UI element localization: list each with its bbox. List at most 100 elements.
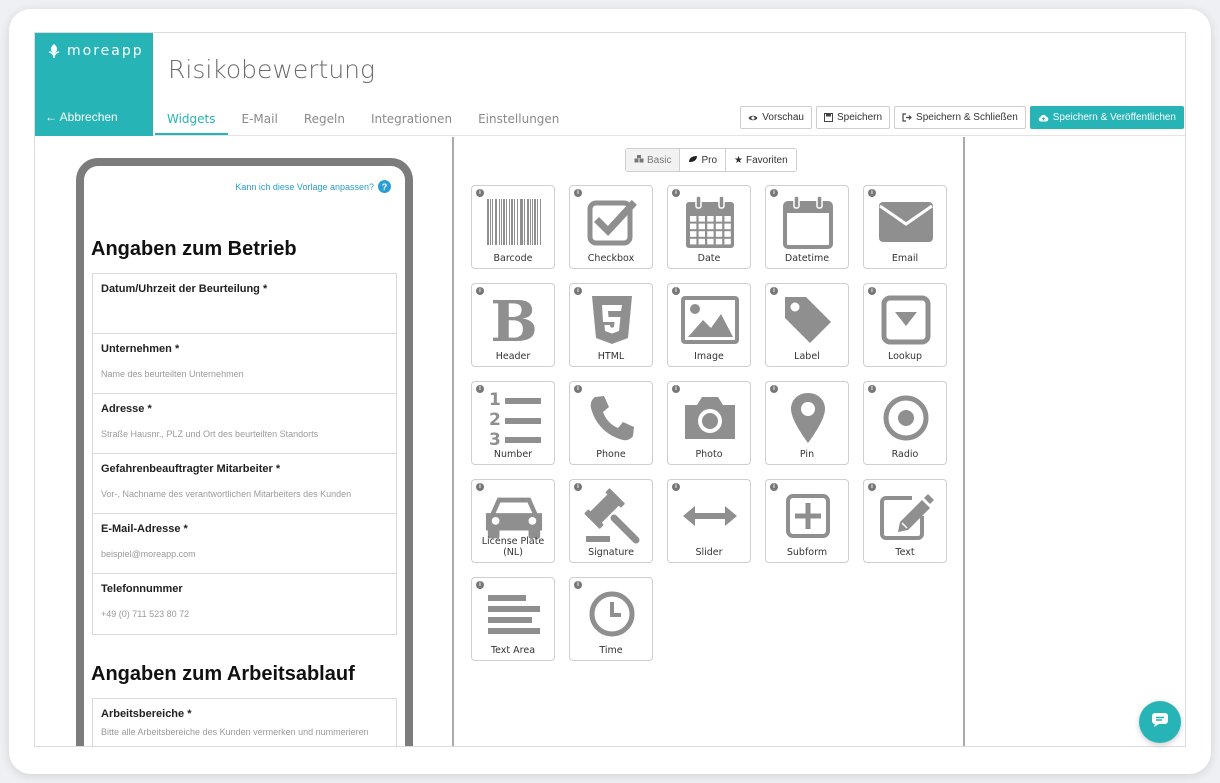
- field-placeholder: beispiel@moreapp.com: [101, 549, 196, 559]
- brand-panel: moreapp ← Abbrechen: [35, 33, 153, 136]
- widget-pin[interactable]: i Pin: [765, 381, 849, 465]
- segment-pro[interactable]: Pro: [680, 149, 727, 171]
- widget-license-plate-nl[interactable]: i License Plate (NL): [471, 479, 555, 563]
- form-field[interactable]: Adresse * Straße Hausnr., PLZ und Ort de…: [93, 394, 396, 454]
- arrow-left-icon: ←: [45, 110, 57, 124]
- widget-label[interactable]: i Label: [765, 283, 849, 367]
- widget-lookup[interactable]: i Lookup: [863, 283, 947, 367]
- tab-settings[interactable]: Einstellungen: [466, 112, 571, 135]
- widget-email[interactable]: i Email: [863, 185, 947, 269]
- segment-favorites[interactable]: ★ Favoriten: [726, 149, 796, 171]
- widget-slider[interactable]: i Slider: [667, 479, 751, 563]
- section-fields-operation: Datum/Uhrzeit der Beurteilung * Unterneh…: [92, 273, 397, 635]
- brand-logo[interactable]: moreapp: [47, 43, 144, 59]
- info-icon[interactable]: i: [770, 287, 778, 295]
- info-icon[interactable]: i: [672, 385, 680, 393]
- widget-label: Image: [694, 351, 724, 362]
- info-icon[interactable]: i: [672, 483, 680, 491]
- form-field[interactable]: Gefahrenbeauftragter Mitarbeiter * Vor-,…: [93, 454, 396, 514]
- widget-time[interactable]: i Time: [569, 577, 653, 661]
- info-icon[interactable]: i: [868, 189, 876, 197]
- form-preview-panel: Kann ich diese Vorlage anpassen? ? Angab…: [35, 137, 452, 746]
- form-field[interactable]: Datum/Uhrzeit der Beurteilung *: [93, 274, 396, 334]
- section-fields-workflow: Arbeitsbereiche * Bitte alle Arbeitsbere…: [92, 698, 397, 746]
- widget-date[interactable]: i Date: [667, 185, 751, 269]
- chat-button[interactable]: [1139, 701, 1181, 743]
- save-button[interactable]: Speichern: [816, 106, 891, 129]
- widget-checkbox[interactable]: i Checkbox: [569, 185, 653, 269]
- widget-label: Checkbox: [587, 253, 635, 264]
- widget-label: Header: [495, 351, 531, 362]
- widget-label: Lookup: [887, 351, 922, 362]
- cancel-label: Abbrechen: [59, 110, 118, 124]
- widget-label: Signature: [588, 547, 634, 558]
- widget-radio[interactable]: i Radio: [863, 381, 947, 465]
- field-label: Telefonnummer: [101, 583, 183, 595]
- info-icon[interactable]: i: [574, 581, 582, 589]
- tab-integrations[interactable]: Integrationen: [359, 112, 464, 135]
- star-icon: ★: [734, 154, 743, 166]
- info-icon[interactable]: i: [574, 189, 582, 197]
- info-icon[interactable]: i: [770, 483, 778, 491]
- preview-button[interactable]: Vorschau: [740, 106, 812, 129]
- info-icon[interactable]: i: [868, 385, 876, 393]
- widget-text-area[interactable]: i Text Area: [471, 577, 555, 661]
- save-close-button[interactable]: Speichern & Schließen: [894, 106, 1026, 129]
- field-label: Datum/Uhrzeit der Beurteilung *: [101, 283, 268, 295]
- form-field[interactable]: E-Mail-Adresse * beispiel@moreapp.com: [93, 514, 396, 574]
- customize-help-link[interactable]: Kann ich diese Vorlage anpassen? ?: [235, 180, 391, 193]
- info-icon[interactable]: i: [672, 189, 680, 197]
- widget-text[interactable]: i Text: [863, 479, 947, 563]
- tab-email[interactable]: E-Mail: [230, 112, 290, 135]
- info-icon[interactable]: i: [868, 483, 876, 491]
- field-label: Arbeitsbereiche *: [101, 708, 192, 720]
- brand-name: moreapp: [67, 43, 144, 59]
- save-label: Speichern: [837, 112, 883, 123]
- widget-datetime[interactable]: i Datetime: [765, 185, 849, 269]
- widget-barcode[interactable]: i Barcode: [471, 185, 555, 269]
- info-icon[interactable]: i: [770, 189, 778, 197]
- segment-favorites-label: Favoriten: [745, 154, 788, 166]
- info-icon[interactable]: i: [868, 287, 876, 295]
- phone-icon: [582, 390, 642, 446]
- section-title-workflow: Angaben zum Arbeitsablauf: [91, 663, 355, 685]
- form-field[interactable]: Telefonnummer +49 (0) 711 523 80 72: [93, 574, 396, 634]
- widget-header[interactable]: i B Header: [471, 283, 555, 367]
- widget-photo[interactable]: i Photo: [667, 381, 751, 465]
- gavel-icon: [582, 488, 642, 544]
- tab-rules[interactable]: Regeln: [292, 112, 357, 135]
- info-icon[interactable]: i: [476, 483, 484, 491]
- widget-number[interactable]: i 1 2 3 Number: [471, 381, 555, 465]
- info-icon[interactable]: i: [476, 385, 484, 393]
- tag-icon: [778, 292, 838, 348]
- bold-b-icon: B: [484, 292, 544, 348]
- info-icon[interactable]: i: [476, 287, 484, 295]
- widget-label: Datetime: [784, 253, 830, 264]
- widget-phone[interactable]: i Phone: [569, 381, 653, 465]
- properties-panel: [965, 137, 1185, 746]
- info-icon[interactable]: i: [770, 385, 778, 393]
- action-buttons: Vorschau Speichern Speichern & Schließen…: [740, 106, 1184, 129]
- widget-signature[interactable]: i Signature: [569, 479, 653, 563]
- cloud-upload-icon: [1038, 114, 1049, 122]
- segment-basic[interactable]: Basic: [626, 149, 681, 171]
- info-icon[interactable]: i: [574, 385, 582, 393]
- form-field[interactable]: Arbeitsbereiche * Bitte alle Arbeitsbere…: [93, 699, 396, 746]
- form-field[interactable]: Unternehmen * Name des beurteilten Unter…: [93, 334, 396, 394]
- radio-icon: [876, 390, 936, 446]
- widget-html[interactable]: i HTML: [569, 283, 653, 367]
- info-icon[interactable]: i: [476, 189, 484, 197]
- top-bar: moreapp ← Abbrechen Risikobewertung Widg…: [35, 33, 1185, 136]
- info-icon[interactable]: i: [476, 581, 484, 589]
- widget-image[interactable]: i Image: [667, 283, 751, 367]
- save-publish-button[interactable]: Speichern & Veröffentlichen: [1029, 106, 1184, 129]
- section-title-operation: Angaben zum Betrieb: [91, 238, 297, 260]
- tab-widgets[interactable]: Widgets: [155, 112, 228, 135]
- cancel-link[interactable]: ← Abbrechen: [45, 110, 118, 124]
- leaf-icon: [688, 155, 698, 166]
- info-icon[interactable]: i: [574, 287, 582, 295]
- info-icon[interactable]: i: [672, 287, 680, 295]
- field-placeholder: Straße Hausnr., PLZ und Ort des beurteil…: [101, 429, 319, 439]
- widget-subform[interactable]: i Subform: [765, 479, 849, 563]
- info-icon[interactable]: i: [574, 483, 582, 491]
